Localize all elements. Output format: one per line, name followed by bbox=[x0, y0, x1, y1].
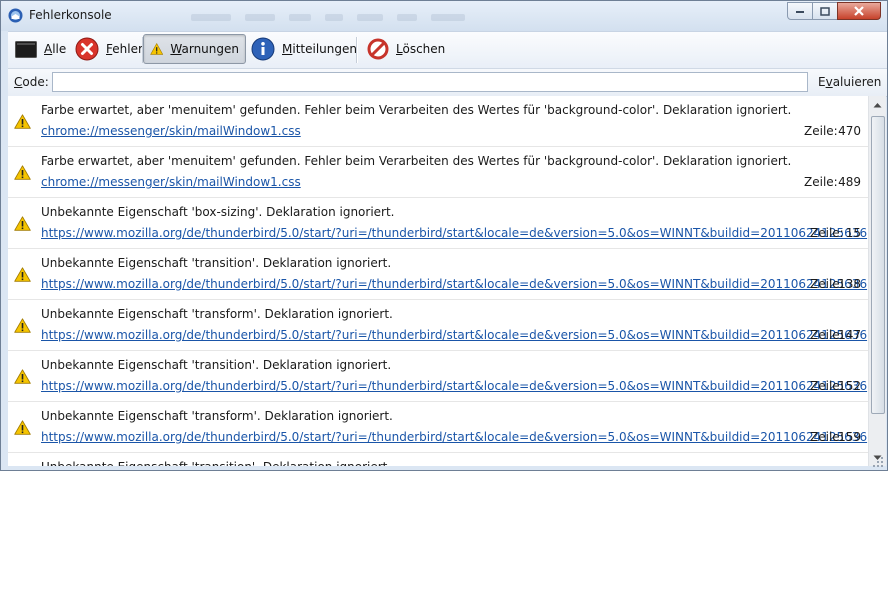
entry-line-label: Zeile: bbox=[804, 175, 838, 189]
entry-message: Farbe erwartet, aber 'menuitem' gefunden… bbox=[41, 154, 792, 168]
console-entry[interactable]: Farbe erwartet, aber 'menuitem' gefunden… bbox=[8, 147, 868, 198]
code-input[interactable] bbox=[52, 72, 808, 92]
entry-message: Farbe erwartet, aber 'menuitem' gefunden… bbox=[41, 103, 792, 117]
vertical-scrollbar[interactable] bbox=[868, 96, 886, 466]
info-icon bbox=[251, 37, 275, 61]
console-entry[interactable]: Unbekannte Eigenschaft 'box-sizing'. Dek… bbox=[8, 198, 868, 249]
entry-line-number: 489 bbox=[838, 175, 861, 189]
chevron-up-icon bbox=[873, 102, 882, 107]
thunderbird-app-icon bbox=[8, 8, 23, 23]
code-label: ode: bbox=[22, 75, 49, 89]
console-entry[interactable]: Unbekannte Eigenschaft 'transition'. Dek… bbox=[8, 453, 868, 466]
console-entry[interactable]: Unbekannte Eigenschaft 'transform'. Dekl… bbox=[8, 402, 868, 453]
all-label: lle bbox=[52, 42, 67, 56]
entry-line-number: 15 bbox=[845, 226, 861, 240]
warning-icon bbox=[14, 318, 31, 333]
filter-messages-button[interactable]: Mitteilungen bbox=[244, 34, 364, 64]
error-icon bbox=[75, 37, 99, 61]
warning-icon bbox=[14, 420, 31, 435]
toolbar: Alle Fehler Warnungen Mitteilungen Lösch… bbox=[8, 31, 887, 68]
entry-source-link[interactable]: chrome://messenger/skin/mailWindow1.css bbox=[41, 175, 301, 189]
clear-label: öschen bbox=[402, 42, 446, 56]
resize-grip-icon[interactable] bbox=[869, 453, 885, 469]
entry-line-number: 470 bbox=[838, 124, 861, 138]
warning-icon bbox=[14, 369, 31, 384]
minimize-button[interactable] bbox=[787, 2, 813, 20]
background-window-ghost bbox=[191, 9, 571, 25]
console-icon bbox=[15, 40, 37, 58]
minimize-icon bbox=[796, 11, 804, 13]
maximize-button[interactable] bbox=[812, 2, 838, 20]
messages-label-accesskey: M bbox=[282, 42, 293, 56]
entry-message: Unbekannte Eigenschaft 'box-sizing'. Dek… bbox=[41, 205, 395, 219]
all-label-accesskey: A bbox=[44, 42, 53, 56]
entry-message: Unbekannte Eigenschaft 'transform'. Dekl… bbox=[41, 409, 393, 423]
window-title: Fehlerkonsole bbox=[29, 8, 112, 22]
filter-errors-button[interactable]: Fehler bbox=[68, 34, 150, 64]
evaluate-label-accesskey: v bbox=[825, 75, 833, 89]
close-button[interactable] bbox=[837, 2, 881, 20]
evaluate-label-pre: E bbox=[818, 75, 826, 89]
console-entry[interactable]: Unbekannte Eigenschaft 'transform'. Dekl… bbox=[8, 300, 868, 351]
entry-line-label: Zeile: bbox=[804, 124, 838, 138]
console-entry[interactable]: Farbe erwartet, aber 'menuitem' gefunden… bbox=[8, 96, 868, 147]
entry-source-link[interactable]: https://www.mozilla.org/de/thunderbird/5… bbox=[41, 226, 867, 240]
warning-icon bbox=[14, 267, 31, 282]
entry-message: Unbekannte Eigenschaft 'transition'. Dek… bbox=[41, 460, 391, 466]
clear-icon bbox=[367, 38, 389, 60]
warning-icon bbox=[14, 165, 31, 180]
messages-label: itteilungen bbox=[292, 42, 357, 56]
toolbar-separator bbox=[356, 37, 358, 63]
filter-warnings-button[interactable]: Warnungen bbox=[143, 34, 246, 64]
maximize-icon bbox=[820, 6, 830, 16]
entry-source-link[interactable]: https://www.mozilla.org/de/thunderbird/5… bbox=[41, 328, 867, 342]
console-entry[interactable]: Unbekannte Eigenschaft 'transition'. Dek… bbox=[8, 351, 868, 402]
code-bar: Code: Evaluieren bbox=[8, 68, 887, 97]
errors-label: ehler bbox=[112, 42, 143, 56]
close-icon bbox=[854, 6, 864, 16]
warning-icon bbox=[14, 216, 31, 231]
entry-message: Unbekannte Eigenschaft 'transition'. Dek… bbox=[41, 256, 392, 270]
console-message-list[interactable]: Farbe erwartet, aber 'menuitem' gefunden… bbox=[8, 96, 868, 466]
entry-message: Unbekannte Eigenschaft 'transform'. Dekl… bbox=[41, 307, 393, 321]
evaluate-label: aluieren bbox=[832, 75, 882, 89]
entry-source-link[interactable]: chrome://messenger/skin/mailWindow1.css bbox=[41, 124, 301, 138]
entry-line-number: 138 bbox=[838, 277, 861, 291]
entry-source-link[interactable]: https://www.mozilla.org/de/thunderbird/5… bbox=[41, 430, 867, 444]
clear-button[interactable]: Löschen bbox=[360, 34, 452, 64]
warning-icon bbox=[150, 43, 164, 55]
entry-source-link[interactable]: https://www.mozilla.org/de/thunderbird/5… bbox=[41, 379, 867, 393]
warnings-label-accesskey: W bbox=[170, 42, 182, 56]
scroll-up-button[interactable] bbox=[869, 96, 886, 113]
error-console-window: Fehlerkonsole Alle Fehler Warnungen Mitt… bbox=[0, 0, 888, 471]
entry-message: Unbekannte Eigenschaft 'transition'. Dek… bbox=[41, 358, 392, 372]
warning-icon bbox=[14, 114, 31, 129]
title-bar[interactable]: Fehlerkonsole bbox=[1, 1, 887, 31]
entry-line-number: 159 bbox=[838, 430, 861, 444]
warnings-label: arnungen bbox=[181, 42, 240, 56]
entry-line-label: Zeile: bbox=[810, 226, 844, 240]
entry-line-number: 152 bbox=[838, 379, 861, 393]
console-entry[interactable]: Unbekannte Eigenschaft 'transition'. Dek… bbox=[8, 249, 868, 300]
entry-source-link[interactable]: https://www.mozilla.org/de/thunderbird/5… bbox=[41, 277, 867, 291]
filter-all-button[interactable]: Alle bbox=[8, 34, 73, 64]
scrollbar-thumb[interactable] bbox=[871, 116, 885, 414]
evaluate-button[interactable]: Evaluieren bbox=[818, 75, 881, 89]
entry-line-number: 147 bbox=[838, 328, 861, 342]
